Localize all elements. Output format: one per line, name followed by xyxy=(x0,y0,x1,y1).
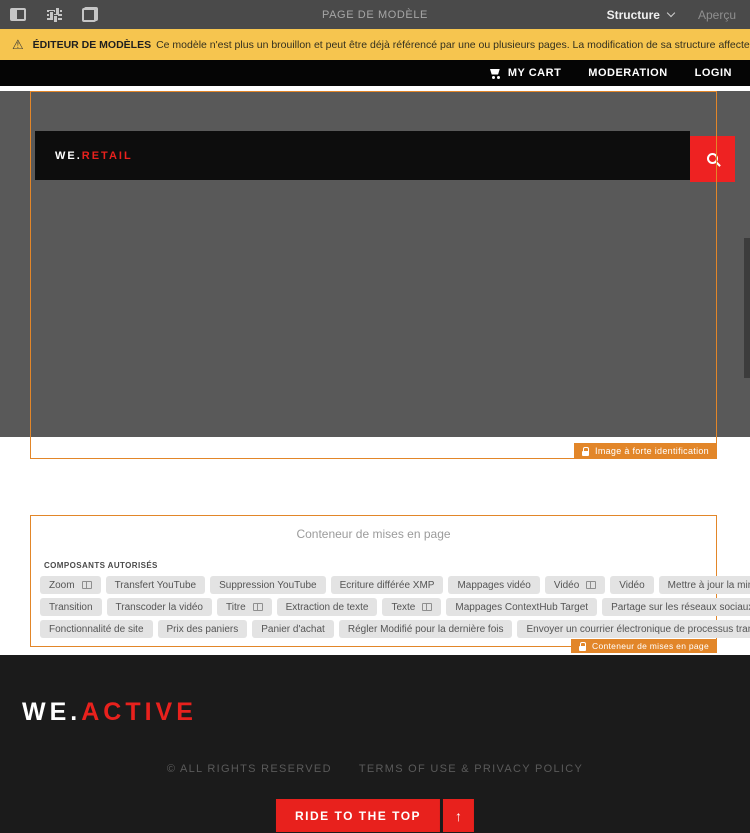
component-suppression-youtube[interactable]: Suppression YouTube xyxy=(210,576,326,594)
warning-title: ÉDITEUR DE MODÈLES xyxy=(32,38,152,51)
component-row: Zoom Transfert YouTube Suppression YouTu… xyxy=(40,576,750,594)
template-editor-page: PAGE DE MODÈLE Structure Aperçu ⚠ ÉDITEU… xyxy=(0,0,750,833)
component-extraction-texte[interactable]: Extraction de texte xyxy=(276,598,378,616)
layout-container-overlay[interactable]: Conteneur de mises en page COMPOSANTS AU… xyxy=(30,515,750,653)
image-component-overlay[interactable]: Image à forte identification xyxy=(30,91,717,459)
component-mappages-contexthub[interactable]: Mappages ContextHub Target xyxy=(446,598,598,616)
image-overlay-label: Image à forte identification xyxy=(574,443,717,459)
warning-message: Ce modèle n'est plus un brouillon et peu… xyxy=(156,38,750,51)
nav-my-cart[interactable]: MY CART xyxy=(489,67,561,79)
pages-button[interactable] xyxy=(81,6,99,24)
toolbar-right-group: Structure Aperçu xyxy=(607,8,750,22)
terms-privacy-link[interactable]: TERMS OF USE & PRIVACY POLICY xyxy=(359,763,583,775)
component-transition[interactable]: Transition xyxy=(40,598,102,616)
nav-moderation[interactable]: MODERATION xyxy=(588,67,667,79)
component-group-icon xyxy=(252,603,263,611)
back-to-top-button[interactable]: RIDE TO THE TOP xyxy=(275,799,441,832)
component-titre[interactable]: Titre xyxy=(217,598,272,616)
copyright-text: © ALL RIGHTS RESERVED xyxy=(166,763,332,775)
mode-selector[interactable]: Structure xyxy=(606,7,676,22)
site-top-nav: MY CART MODERATION LOGIN xyxy=(0,60,750,86)
component-partage-reseaux-sociaux[interactable]: Partage sur les réseaux sociaux xyxy=(602,598,750,616)
component-label: Vidéo xyxy=(553,579,580,591)
scrollbar-thumb[interactable] xyxy=(744,238,750,378)
arrow-up-button[interactable]: ↑ xyxy=(443,799,475,832)
page-properties-button[interactable] xyxy=(45,6,63,24)
footer-logo: WE.ACTIVE xyxy=(22,698,197,727)
component-group-icon xyxy=(586,581,597,589)
component-video[interactable]: Vidéo xyxy=(610,576,654,594)
side-panel-icon xyxy=(10,8,26,21)
component-row: Transition Transcoder la vidéo Titre Ext… xyxy=(40,598,750,616)
template-warning-banner: ⚠ ÉDITEUR DE MODÈLES Ce modèle n'est plu… xyxy=(0,29,750,60)
footer-logo-we: WE. xyxy=(22,698,82,726)
site-footer: WE.ACTIVE © ALL RIGHTS RESERVED TERMS OF… xyxy=(0,655,750,833)
component-zoom[interactable]: Zoom xyxy=(40,576,101,594)
footer-links: © ALL RIGHTS RESERVED TERMS OF USE & PRI… xyxy=(0,763,750,775)
component-label: Zoom xyxy=(49,579,75,591)
back-to-top-group: RIDE TO THE TOP ↑ xyxy=(275,799,475,832)
allowed-components-list: Zoom Transfert YouTube Suppression YouTu… xyxy=(40,576,750,642)
layout-container-placeholder: Conteneur de mises en page xyxy=(296,527,451,541)
page-title: PAGE DE MODÈLE xyxy=(322,8,428,21)
layout-container-overlay-label: Conteneur de mises en page xyxy=(571,639,717,653)
component-video-group[interactable]: Vidéo xyxy=(544,576,606,594)
unlock-icon xyxy=(582,446,590,456)
image-overlay-label-text: Image à forte identification xyxy=(595,446,709,456)
component-regler-modifie[interactable]: Régler Modifié pour la dernière fois xyxy=(338,620,513,638)
toolbar-icon-group xyxy=(0,6,99,24)
component-maj-miniature-dossier[interactable]: Mettre à jour la miniature du dossier xyxy=(658,576,750,594)
allowed-components-title: COMPOSANTS AUTORISÉS xyxy=(44,561,158,570)
chevron-down-icon xyxy=(666,8,676,18)
component-mappages-video[interactable]: Mappages vidéo xyxy=(448,576,540,594)
editor-toolbar: PAGE DE MODÈLE Structure Aperçu xyxy=(0,0,750,29)
component-group-icon xyxy=(422,603,433,611)
layout-container-label-text: Conteneur de mises en page xyxy=(592,641,709,651)
component-texte[interactable]: Texte xyxy=(382,598,442,616)
preview-button[interactable]: Aperçu xyxy=(698,8,736,22)
footer-logo-name: ACTIVE xyxy=(81,698,197,726)
unlock-icon xyxy=(579,641,587,651)
component-row: Fonctionnalité de site Prix des paniers … xyxy=(40,620,750,638)
sliders-icon xyxy=(46,6,62,23)
component-label: Texte xyxy=(391,601,416,613)
cart-icon xyxy=(489,68,502,79)
mode-label: Structure xyxy=(606,7,660,22)
component-label: Titre xyxy=(226,601,246,613)
component-prix-paniers[interactable]: Prix des paniers xyxy=(157,620,248,638)
component-group-icon xyxy=(81,581,92,589)
component-transcoder-video[interactable]: Transcoder la vidéo xyxy=(106,598,212,616)
pages-icon xyxy=(82,7,98,22)
side-panel-toggle-button[interactable] xyxy=(9,6,27,24)
warning-icon: ⚠ xyxy=(12,36,24,52)
arrow-up-icon: ↑ xyxy=(455,807,463,824)
component-fonctionnalite-site[interactable]: Fonctionnalité de site xyxy=(40,620,153,638)
nav-my-cart-label: MY CART xyxy=(507,67,562,79)
component-envoyer-courrier[interactable]: Envoyer un courrier électronique de proc… xyxy=(517,620,750,638)
component-panier-achat[interactable]: Panier d'achat xyxy=(252,620,334,638)
component-ecriture-differee-xmp[interactable]: Ecriture différée XMP xyxy=(330,576,444,594)
nav-login[interactable]: LOGIN xyxy=(695,67,732,79)
component-transfert-youtube[interactable]: Transfert YouTube xyxy=(105,576,206,594)
